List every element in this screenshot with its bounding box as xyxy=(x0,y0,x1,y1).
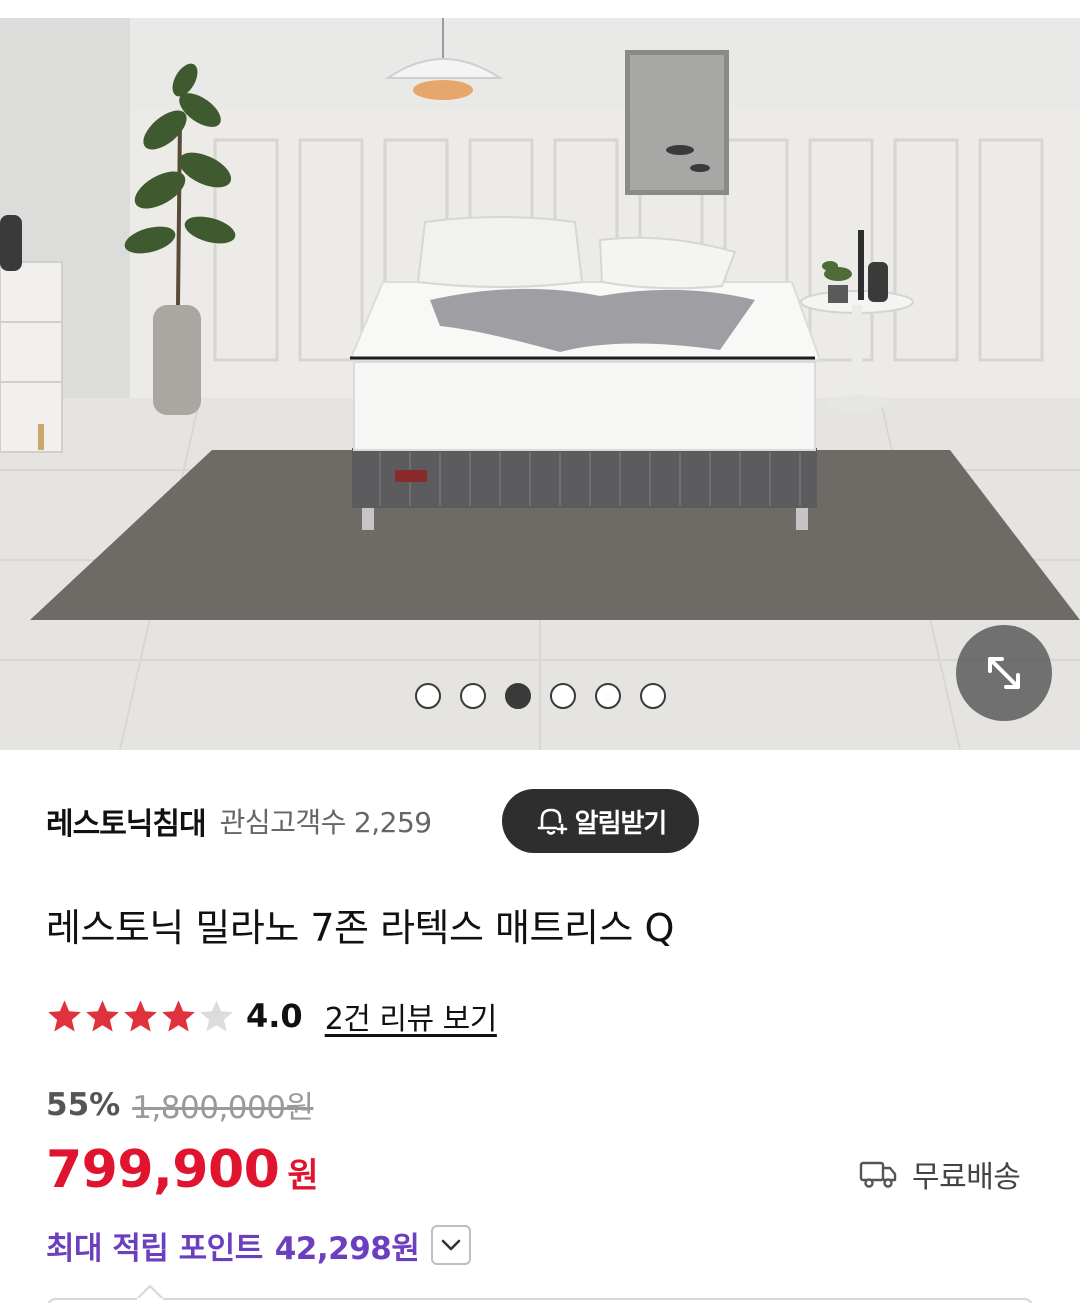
chevron-down-icon xyxy=(442,1239,461,1251)
pagination-dot[interactable] xyxy=(414,683,441,709)
star-filled-icon xyxy=(48,999,81,1031)
store-name[interactable]: 레스토닉침대 xyxy=(46,799,207,843)
points-row: 최대 적립 포인트 42,298원 xyxy=(46,1222,472,1268)
points-value: 42,298원 xyxy=(274,1230,420,1267)
shipping-label: 무료배송 xyxy=(912,1160,1021,1195)
followers-label: 관심고객수 xyxy=(219,806,347,839)
sale-price-row: 799,900 원 xyxy=(46,1140,319,1200)
notify-label: 알림받기 xyxy=(574,808,668,839)
pagination-dot-active[interactable] xyxy=(504,683,531,709)
pagination-dot[interactable] xyxy=(459,683,486,709)
sale-price: 799,900 xyxy=(46,1140,280,1200)
followers-count: 2,259 xyxy=(353,806,432,839)
original-price: 1,800,000원 xyxy=(132,1090,314,1126)
pagination-dot[interactable] xyxy=(639,683,666,709)
product-photo xyxy=(0,0,1080,750)
product-image-gallery[interactable] xyxy=(0,0,1080,750)
star-filled-icon xyxy=(162,999,195,1031)
star-empty-icon xyxy=(200,999,233,1031)
product-title: 레스토닉 밀라노 7존 라텍스 매트리스 Q xyxy=(46,906,674,950)
followers-info: 관심고객수 2,259 xyxy=(220,801,432,841)
gallery-pagination xyxy=(0,683,1080,709)
expand-image-button[interactable] xyxy=(956,625,1052,721)
rating-score: 4.0 xyxy=(246,997,303,1035)
rating-stars xyxy=(46,998,235,1035)
panel-pointer xyxy=(136,1284,164,1300)
points-label: 최대 적립 포인트 xyxy=(46,1230,263,1267)
shipping-info: 무료배송 xyxy=(858,1152,1021,1196)
points-detail-panel xyxy=(46,1298,1034,1303)
delivery-truck-icon xyxy=(859,1161,897,1188)
review-link[interactable]: 2건 리뷰 보기 xyxy=(325,994,498,1038)
expand-arrows-icon xyxy=(988,657,1020,689)
discount-rate: 55% xyxy=(46,1086,121,1123)
star-filled-icon xyxy=(86,999,119,1031)
star-filled-icon xyxy=(124,999,157,1031)
pagination-dot[interactable] xyxy=(594,683,621,709)
bell-plus-icon xyxy=(537,808,567,835)
pagination-dot[interactable] xyxy=(549,683,576,709)
notify-button[interactable]: 알림받기 xyxy=(502,789,699,853)
currency-unit: 원 xyxy=(287,1156,319,1196)
discount-row: 55% 1,800,000원 xyxy=(46,1082,314,1127)
points-toggle-button[interactable] xyxy=(431,1225,472,1265)
rating-row: 4.0 2건 리뷰 보기 xyxy=(46,993,497,1039)
store-info: 레스토닉침대 관심고객수 2,259 xyxy=(46,788,432,854)
